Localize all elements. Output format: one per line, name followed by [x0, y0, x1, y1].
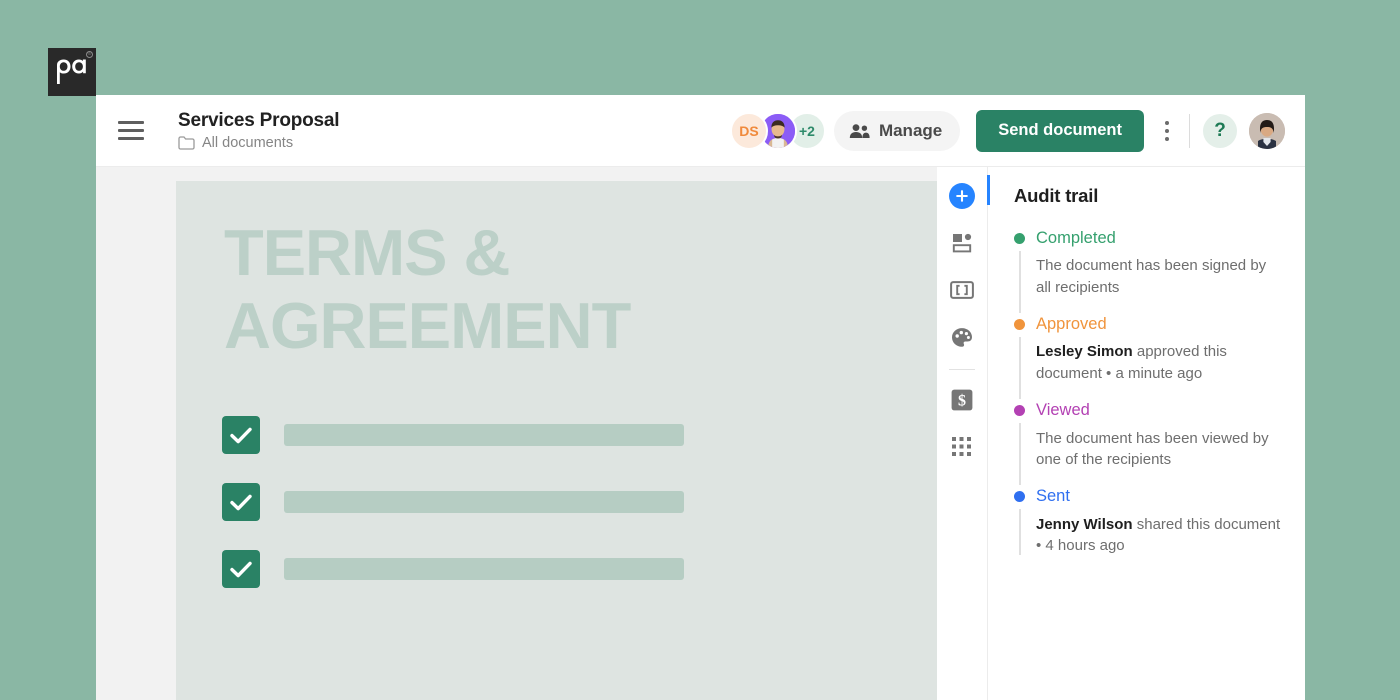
placeholder-bar — [284, 558, 684, 580]
audit-entry-actor: Jenny Wilson — [1036, 515, 1133, 533]
send-document-button[interactable]: Send document — [976, 109, 1144, 152]
app-body: TERMS & AGREEMENT $ Audit trail Complete… — [96, 167, 1305, 700]
audit-entry-description: Jenny Wilson shared this document • 4 ho… — [1036, 514, 1283, 572]
app-window: Services Proposal All documents DS +2 Ma… — [96, 95, 1305, 700]
folder-icon — [178, 136, 195, 151]
checkbox-checked[interactable] — [222, 550, 260, 588]
document-title-block: Services Proposal All documents — [178, 109, 340, 152]
apps-button[interactable] — [945, 430, 979, 464]
add-block-button[interactable] — [945, 179, 979, 213]
breadcrumb-label: All documents — [202, 135, 294, 152]
status-badge: Viewed — [1036, 401, 1090, 420]
avatar-stack[interactable]: DS +2 — [729, 111, 826, 150]
collaborators-group: DS +2 Manage — [729, 110, 961, 151]
timeline-connector — [1019, 337, 1021, 400]
app-header: Services Proposal All documents DS +2 Ma… — [96, 95, 1305, 167]
pandadoc-logo: ® — [48, 48, 96, 96]
page-title: Services Proposal — [178, 109, 340, 131]
placeholder-bar — [284, 491, 684, 513]
user-photo-icon — [1249, 112, 1285, 149]
placeholder-bar — [284, 424, 684, 446]
manage-label: Manage — [878, 120, 943, 140]
audit-entry-description: The document has been viewed by one of t… — [1036, 429, 1269, 468]
more-vertical-icon[interactable] — [1152, 114, 1182, 148]
document-canvas[interactable]: TERMS & AGREEMENT — [96, 167, 937, 700]
checkbox-checked[interactable] — [222, 483, 260, 521]
hamburger-menu-icon[interactable] — [118, 121, 144, 141]
status-dot-completed — [1014, 233, 1025, 244]
content-blocks-icon — [952, 233, 972, 253]
status-dot-approved — [1014, 319, 1025, 331]
checkmark-icon — [230, 427, 252, 443]
header-divider — [1189, 113, 1190, 148]
document-checklist — [222, 416, 882, 617]
status-badge: Approved — [1036, 315, 1107, 334]
status-badge: Completed — [1036, 229, 1116, 247]
plus-icon — [956, 190, 968, 202]
pricing-button[interactable]: $ — [945, 383, 979, 417]
timeline-connector — [1019, 251, 1021, 314]
svg-text:$: $ — [958, 393, 966, 410]
tool-rail-divider — [949, 369, 975, 370]
manage-button[interactable]: Manage — [833, 110, 961, 151]
avatar-count-label: +2 — [798, 122, 815, 139]
document-heading: TERMS & AGREEMENT — [224, 216, 631, 362]
audit-entry-actor: Lesley Simon — [1036, 343, 1133, 361]
grid-dots-icon — [952, 437, 971, 456]
fields-button[interactable] — [945, 273, 979, 307]
field-token-icon — [950, 281, 974, 299]
audit-entry-description: The document has been signed by all reci… — [1036, 257, 1267, 296]
audit-entry-viewed: Viewed The document has been viewed by o… — [1014, 399, 1283, 486]
checkbox-checked[interactable] — [222, 416, 260, 454]
timeline-connector — [1019, 423, 1021, 486]
audit-trail-title: Audit trail — [1014, 185, 1099, 206]
palette-icon — [952, 327, 972, 347]
audit-entry-sent: Sent Jenny Wilson shared this document •… — [1014, 485, 1283, 571]
checklist-row[interactable] — [222, 416, 882, 454]
checklist-row[interactable] — [222, 483, 882, 521]
dollar-square-icon: $ — [951, 389, 973, 411]
audit-entry-completed: Completed The document has been signed b… — [1014, 227, 1283, 314]
user-avatar[interactable] — [1249, 112, 1285, 149]
audit-entry-approved: Approved Lesley Simon approved this docu… — [1014, 313, 1283, 400]
checklist-row[interactable] — [222, 550, 882, 588]
breadcrumb[interactable]: All documents — [178, 135, 339, 151]
checkmark-icon — [230, 494, 252, 510]
timeline-connector — [1019, 509, 1021, 556]
status-dot-viewed — [1014, 405, 1025, 417]
checkmark-icon — [230, 561, 252, 577]
theme-button[interactable] — [945, 320, 979, 354]
plus-circle-icon — [949, 183, 975, 209]
status-dot-sent — [1014, 491, 1025, 503]
avatar-initials-ds[interactable]: DS — [729, 111, 768, 150]
audit-trail-panel: Audit trail Completed The document has b… — [987, 167, 1305, 700]
help-button[interactable]: ? — [1203, 113, 1237, 148]
pd-logo-mark — [57, 59, 86, 84]
editor-tool-rail: $ — [937, 167, 987, 700]
audit-entry-description: Lesley Simon approved this document • a … — [1036, 341, 1283, 399]
document-page[interactable]: TERMS & AGREEMENT — [176, 181, 937, 700]
registered-trademark-icon: ® — [86, 51, 93, 58]
panel-active-accent — [987, 175, 990, 205]
people-icon — [849, 123, 870, 138]
avatar-initials-label: DS — [739, 122, 759, 139]
content-library-button[interactable] — [945, 226, 979, 260]
status-badge: Sent — [1036, 487, 1070, 506]
